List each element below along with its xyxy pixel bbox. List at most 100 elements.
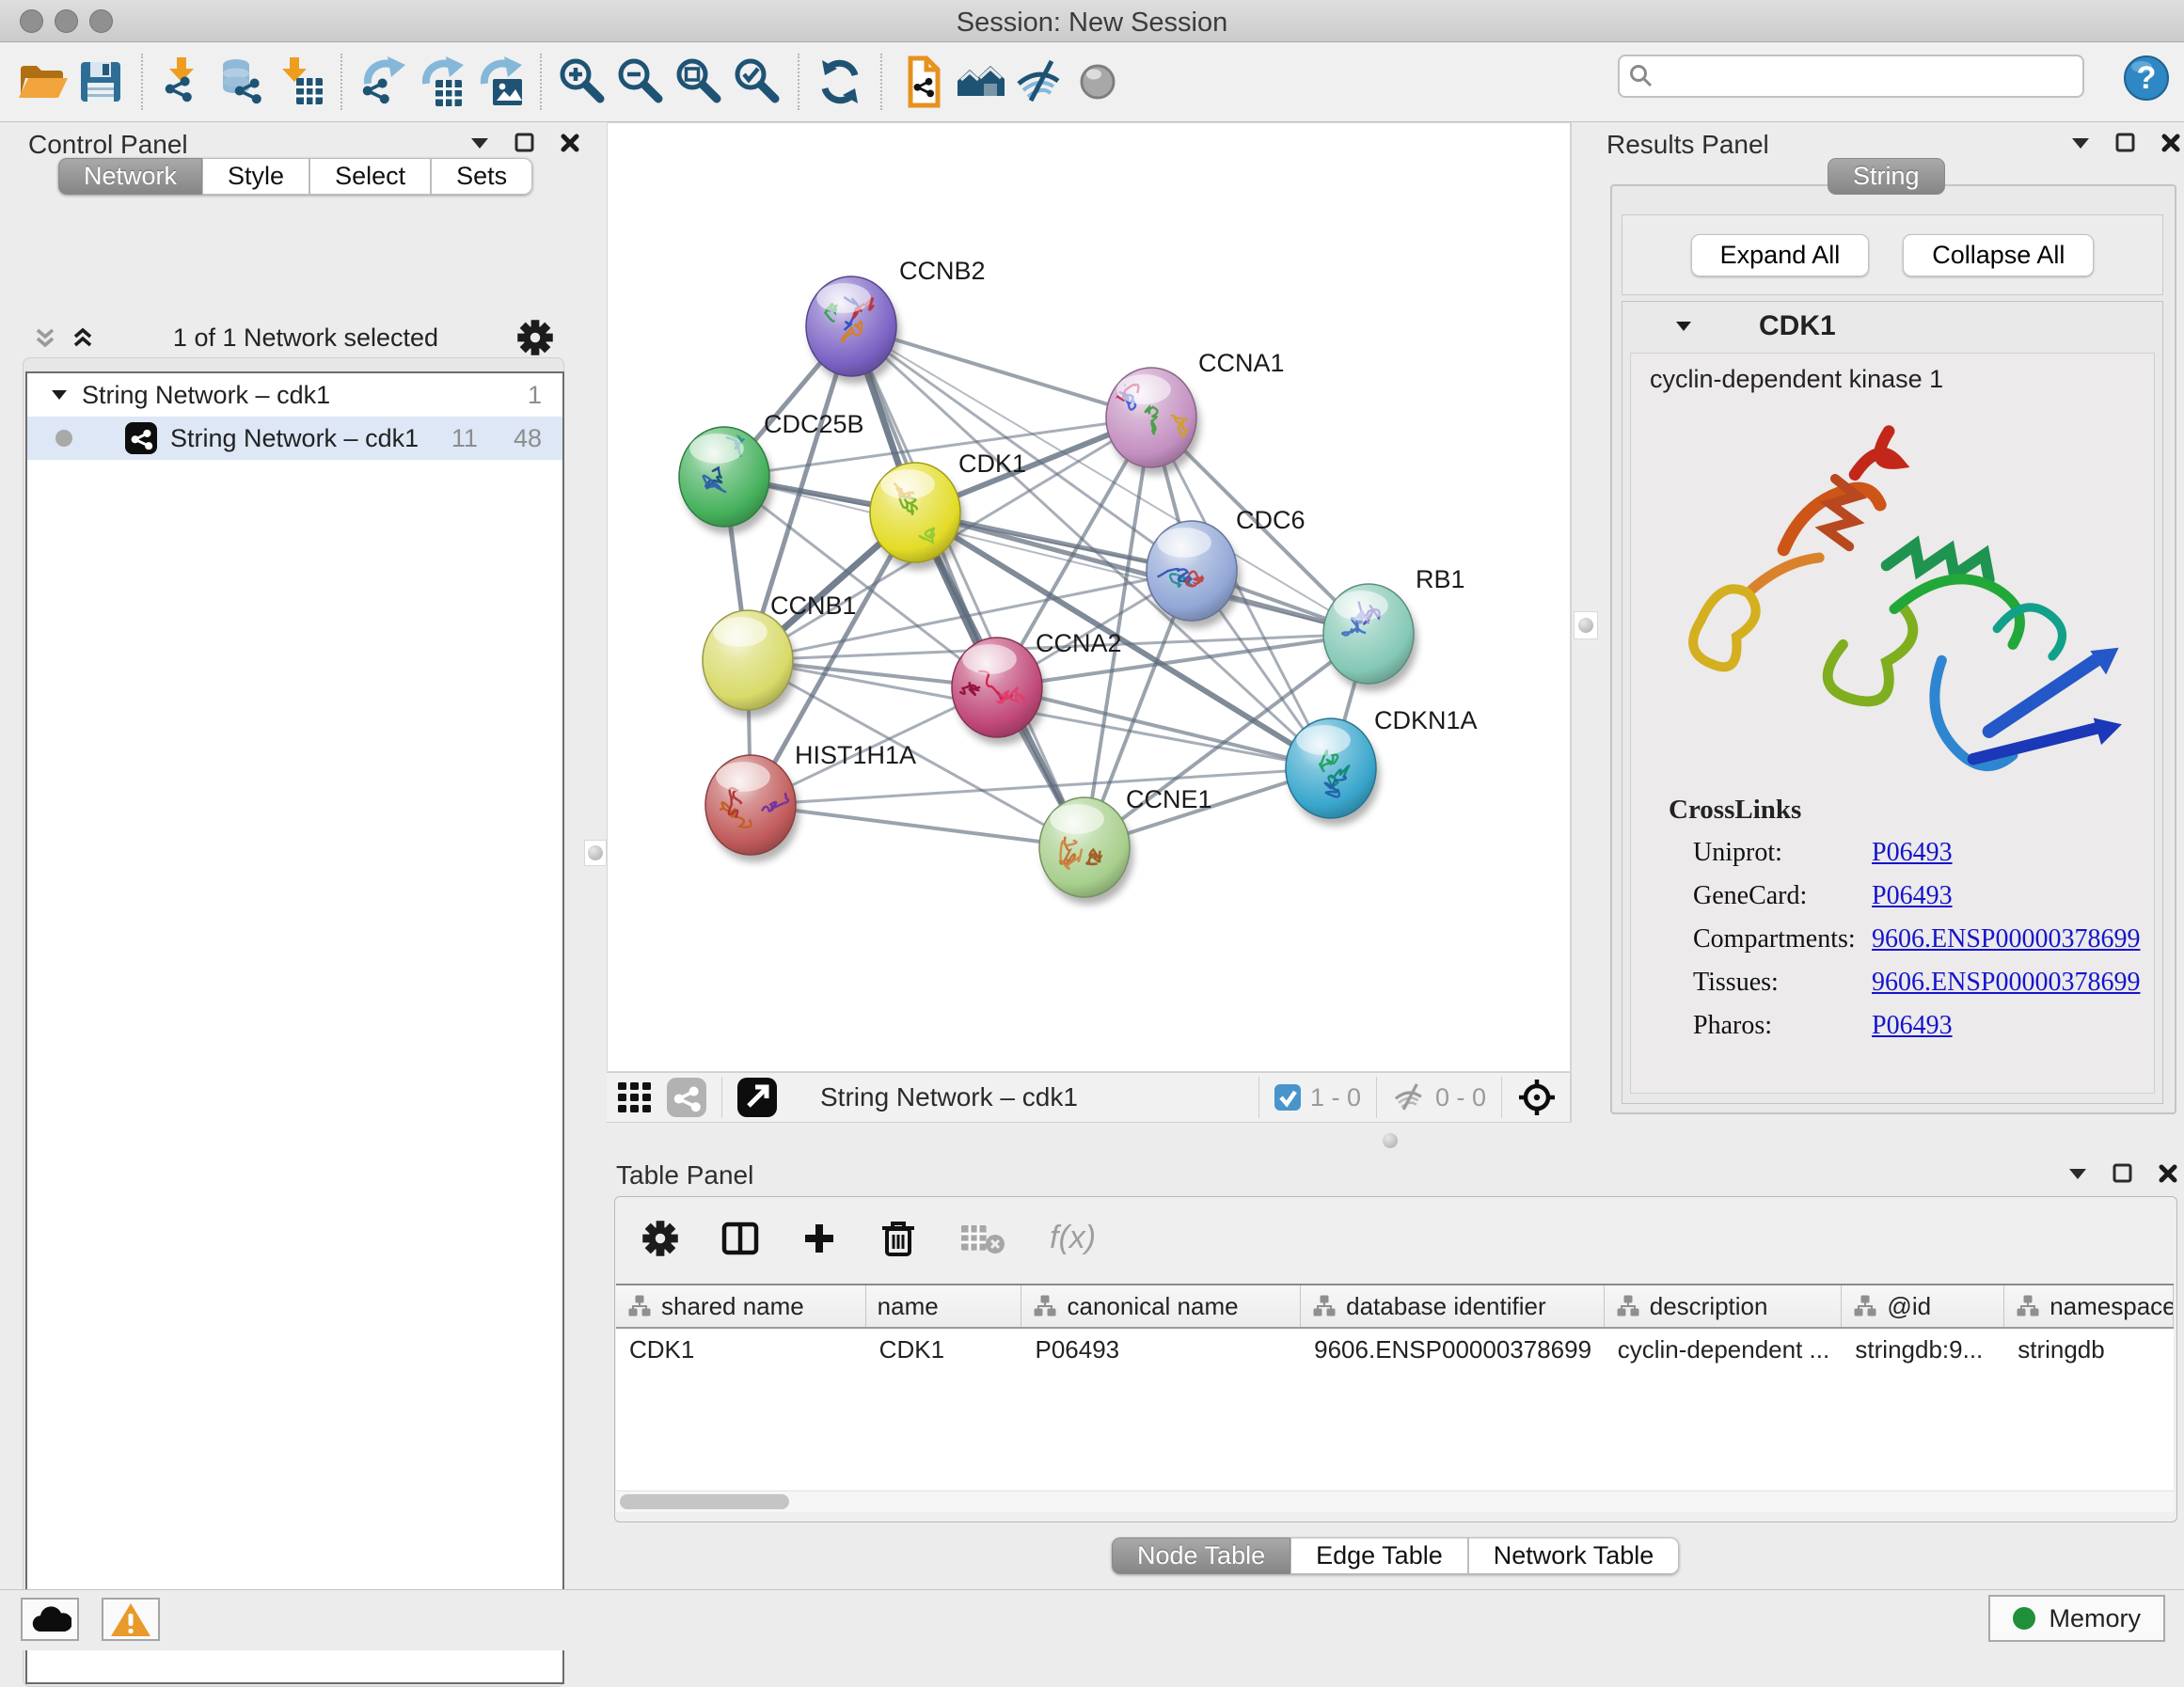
table-cell[interactable]: P06493 <box>1021 1329 1301 1370</box>
network-node-HIST1H1A[interactable] <box>705 755 799 862</box>
table-scrollbar-thumb[interactable] <box>620 1494 789 1509</box>
column-header-description[interactable]: description <box>1605 1285 1843 1327</box>
panel-close-icon[interactable] <box>559 132 581 154</box>
delete-column-icon[interactable] <box>878 1218 918 1259</box>
panel-menu-caret-icon[interactable] <box>2069 132 2092 154</box>
hide-selected-icon[interactable] <box>1010 52 1068 112</box>
table-cell[interactable]: stringdb <box>2004 1329 2174 1370</box>
zoom-out-icon[interactable] <box>611 52 670 112</box>
show-all-icon[interactable] <box>1068 52 1127 112</box>
crosslink-link[interactable]: P06493 <box>1872 881 1953 911</box>
network-tree-root-row[interactable]: String Network – cdk1 1 <box>27 373 562 417</box>
table-cell[interactable]: cyclin-dependent ... <box>1605 1329 1843 1370</box>
tab-sets[interactable]: Sets <box>431 158 532 195</box>
zoom-in-icon[interactable] <box>553 52 611 112</box>
right-splitter[interactable] <box>1571 122 1601 1123</box>
node-result-header[interactable]: CDK1 <box>1622 302 2162 351</box>
crosslink-link[interactable]: 9606.ENSP00000378699 <box>1872 968 2140 998</box>
table-cell[interactable]: stringdb:9... <box>1842 1329 2004 1370</box>
horizontal-splitter-handle[interactable] <box>1383 1133 1398 1148</box>
panel-float-icon[interactable] <box>2112 1162 2134 1185</box>
export-image-icon[interactable] <box>470 52 529 112</box>
table-settings-gear-icon[interactable] <box>641 1220 679 1257</box>
panel-float-icon[interactable] <box>514 132 536 154</box>
hidden-eye-icon[interactable] <box>1392 1080 1426 1114</box>
show-hide-graphics-icon[interactable] <box>952 52 1010 112</box>
zoom-selected-icon[interactable] <box>728 52 786 112</box>
open-session-icon[interactable] <box>13 52 71 112</box>
tab-style[interactable]: Style <box>202 158 309 195</box>
collapse-all-button[interactable]: Collapse All <box>1903 234 2094 276</box>
network-tree-child-row[interactable]: String Network – cdk1 11 48 <box>27 417 562 460</box>
network-node-CDKN1A[interactable] <box>1286 718 1380 826</box>
selected-checkbox-icon[interactable] <box>1274 1084 1301 1111</box>
network-canvas[interactable]: CCNB2 CCNA1 CDC25B CDK1 CDC6 RB1 CCNB1 <box>607 122 1571 1072</box>
refresh-icon[interactable] <box>811 52 869 112</box>
right-splitter-handle[interactable] <box>1574 611 1598 639</box>
crosslink-link[interactable]: P06493 <box>1872 838 1953 868</box>
network-edge[interactable] <box>751 805 1084 847</box>
panel-close-icon[interactable] <box>2157 1162 2179 1185</box>
column-header-namespace[interactable]: namespace <box>2004 1285 2174 1327</box>
crosslink-link[interactable]: 9606.ENSP00000378699 <box>1872 924 2140 954</box>
search-input[interactable] <box>1654 61 2082 92</box>
collapse-all-icon[interactable] <box>33 324 57 351</box>
network-graph[interactable]: CCNB2 CCNA1 CDC25B CDK1 CDC6 RB1 CCNB1 <box>608 123 1572 1071</box>
column-header-database-identifier[interactable]: database identifier <box>1301 1285 1605 1327</box>
crosslink-link[interactable]: P06493 <box>1872 1011 1953 1041</box>
network-node-CDC25B[interactable] <box>679 427 773 534</box>
export-network-icon[interactable] <box>354 52 412 112</box>
table-cell[interactable]: CDK1 <box>866 1329 1022 1370</box>
table-cell[interactable]: CDK1 <box>616 1329 866 1370</box>
network-node-CCNB2[interactable] <box>806 276 900 384</box>
column-header-name[interactable]: name <box>866 1285 1022 1327</box>
show-columns-icon[interactable] <box>720 1219 760 1258</box>
cloud-status-button[interactable] <box>21 1598 79 1641</box>
left-splitter[interactable] <box>583 122 607 1589</box>
panel-menu-caret-icon[interactable] <box>2066 1162 2089 1185</box>
table-row[interactable]: CDK1CDK1P064939606.ENSP00000378699cyclin… <box>616 1329 2174 1370</box>
network-node-CDK1[interactable] <box>870 463 964 570</box>
tree-collapse-caret-icon[interactable] <box>50 386 69 404</box>
help-button[interactable]: ? <box>2123 55 2170 102</box>
tab-edge-table[interactable]: Edge Table <box>1290 1537 1468 1574</box>
table-horizontal-scrollbar[interactable] <box>616 1490 2174 1512</box>
import-network-file-icon[interactable] <box>154 52 213 112</box>
tab-string[interactable]: String <box>1828 158 1945 195</box>
left-splitter-handle[interactable] <box>584 840 607 866</box>
expand-all-icon[interactable] <box>71 324 95 351</box>
new-network-from-selection-icon[interactable] <box>894 52 952 112</box>
detach-view-icon[interactable] <box>737 1078 777 1117</box>
grid-view-icon[interactable] <box>616 1079 654 1116</box>
network-edge[interactable] <box>751 768 1331 805</box>
panel-menu-caret-icon[interactable] <box>468 132 491 154</box>
network-options-gear-icon[interactable] <box>516 319 554 356</box>
tab-node-table[interactable]: Node Table <box>1112 1537 1290 1574</box>
network-node-RB1[interactable] <box>1323 584 1417 691</box>
network-node-CCNA2[interactable] <box>952 638 1046 745</box>
tab-network-table[interactable]: Network Table <box>1468 1537 1680 1574</box>
entry-collapse-caret-icon[interactable] <box>1674 317 1693 336</box>
column-header-canonical-name[interactable]: canonical name <box>1021 1285 1301 1327</box>
tab-select[interactable]: Select <box>309 158 431 195</box>
panel-close-icon[interactable] <box>2160 132 2182 154</box>
import-network-database-icon[interactable] <box>213 52 271 112</box>
tab-network[interactable]: Network <box>58 158 202 195</box>
import-table-file-icon[interactable] <box>271 52 329 112</box>
zoom-fit-icon[interactable] <box>670 52 728 112</box>
expand-all-button[interactable]: Expand All <box>1691 234 1870 276</box>
save-session-icon[interactable] <box>71 52 130 112</box>
warnings-button[interactable] <box>102 1598 160 1641</box>
memory-button[interactable]: Memory <box>1988 1595 2165 1642</box>
column-header-shared-name[interactable]: shared name <box>616 1285 866 1327</box>
panel-float-icon[interactable] <box>2114 132 2137 154</box>
network-overview-icon[interactable] <box>667 1078 706 1117</box>
add-column-icon[interactable] <box>801 1221 837 1256</box>
horizontal-splitter[interactable] <box>607 1123 2184 1159</box>
export-table-icon[interactable] <box>412 52 470 112</box>
column-header--id[interactable]: @id <box>1842 1285 2004 1327</box>
search-box[interactable] <box>1618 55 2084 98</box>
table-cell[interactable]: 9606.ENSP00000378699 <box>1301 1329 1605 1370</box>
network-node-CCNA1[interactable] <box>1099 368 1200 475</box>
network-node-CCNE1[interactable] <box>1039 797 1133 905</box>
